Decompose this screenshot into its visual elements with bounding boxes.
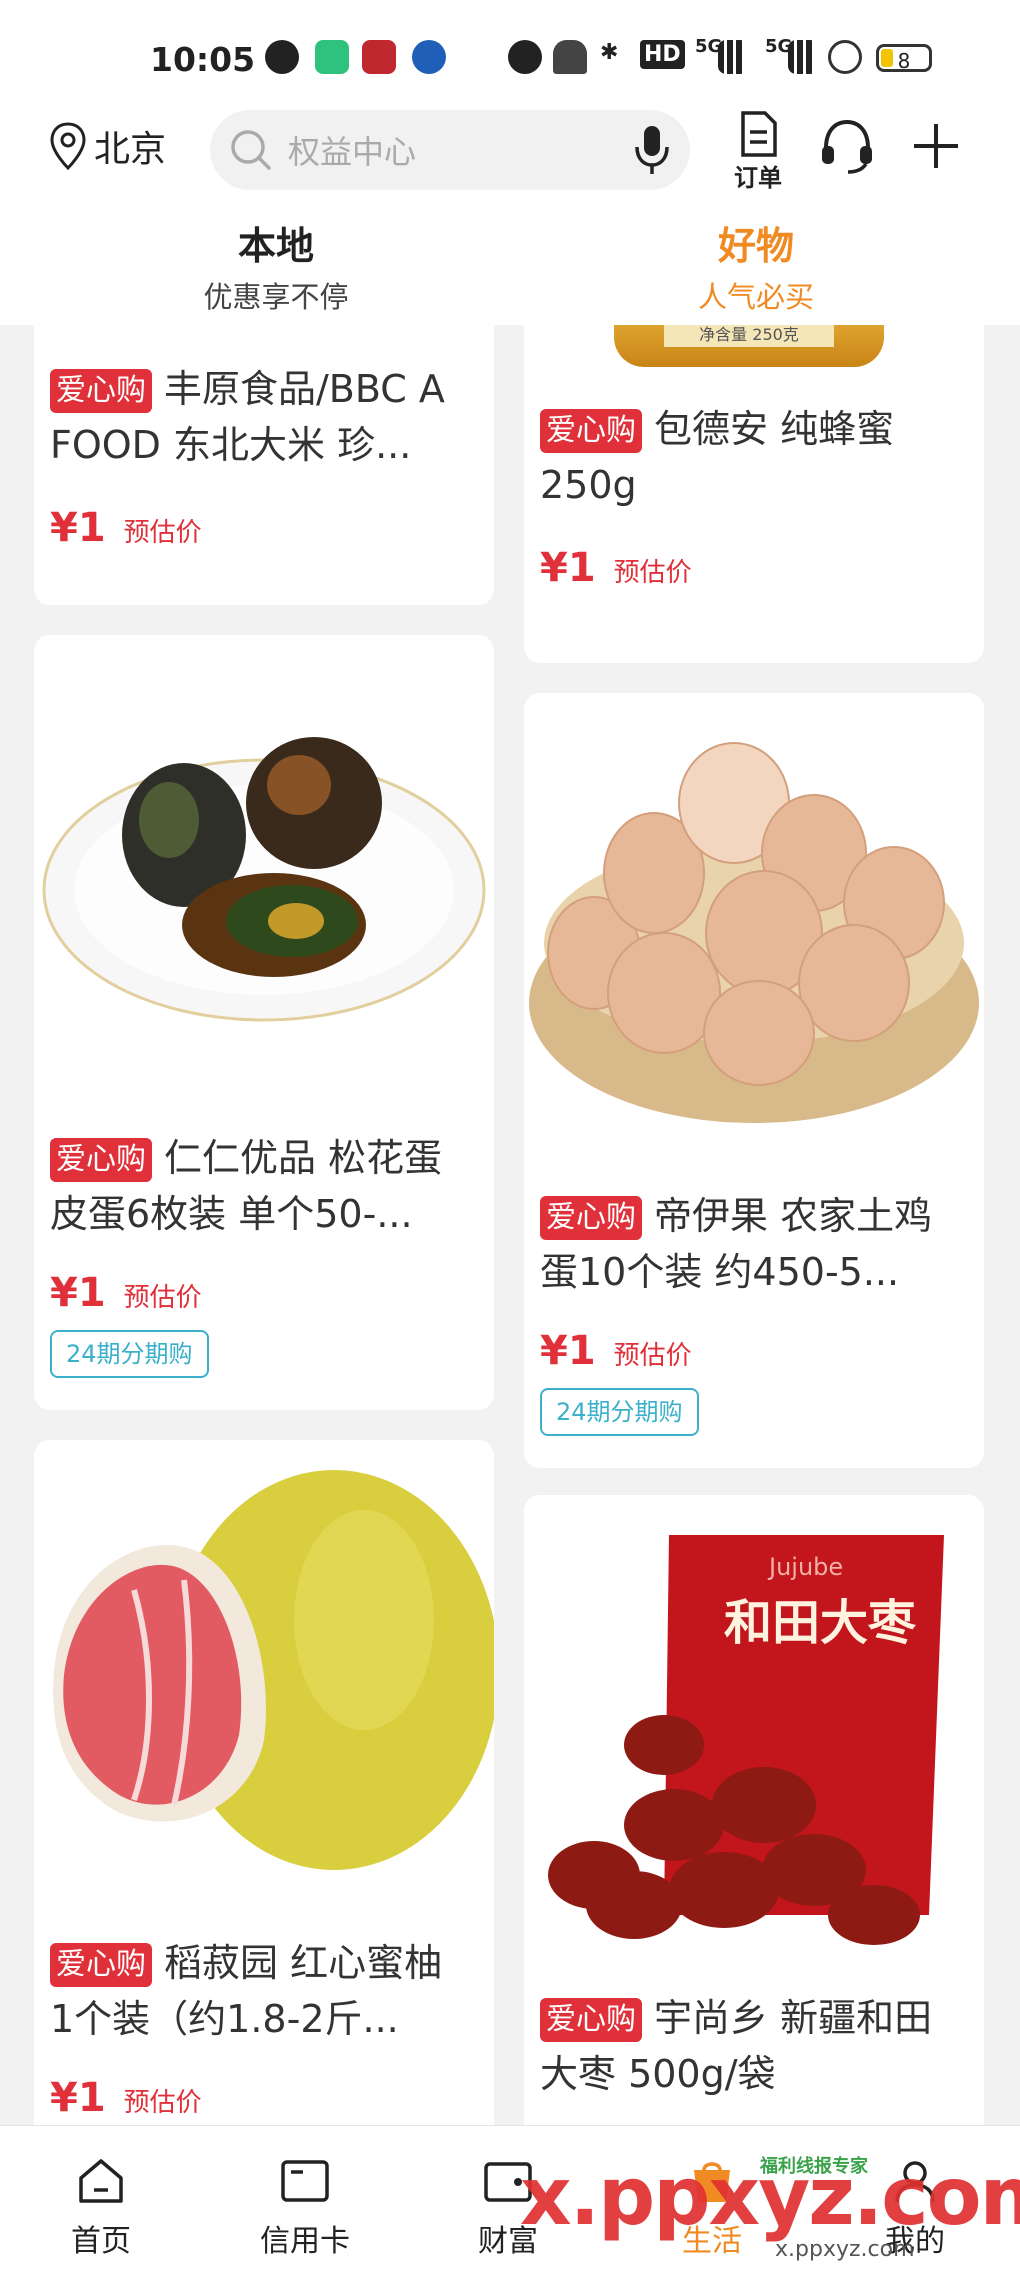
installment-badge: 24期分期购 <box>50 1330 209 1378</box>
plus-icon <box>914 124 958 168</box>
bank-app-icon <box>362 40 396 74</box>
battery-level: 8 <box>897 49 911 73</box>
price-row: ¥1 预估价 <box>540 1328 692 1374</box>
price-row: ¥1 预估价 <box>540 545 692 591</box>
location-pin-icon <box>50 122 86 171</box>
product-image-century-eggs <box>34 635 494 1105</box>
product-card[interactable]: Jujube 和田大枣 爱心购 宇尚乡 新疆和田大枣 500g/袋 <box>524 1495 984 2125</box>
tab-local-subtitle: 优惠享不停 <box>203 280 349 314</box>
price-estimate-label: 预估价 <box>123 1283 202 1313</box>
charity-tag: 爱心购 <box>50 1138 152 1182</box>
signal-bars-icon-1 <box>718 40 748 74</box>
price-value: ¥1 <box>540 1328 596 1374</box>
charity-tag: 爱心购 <box>540 1998 642 2042</box>
battery-indicator: 8 <box>876 44 932 73</box>
nav-home-label: 首页 <box>71 2224 131 2259</box>
watermark-brand: 福利线报专家 <box>760 2156 868 2177</box>
chicken-eggs-illustration <box>529 742 979 1123</box>
status-bar: 10:05 ✱ HD 5G 5G 8 <box>0 0 1020 110</box>
charity-tag: 爱心购 <box>50 1943 152 1987</box>
installment-badge: 24期分期购 <box>540 1388 699 1436</box>
app-notification-icon-2 <box>412 40 446 74</box>
nav-credit-card-label: 信用卡 <box>260 2224 350 2259</box>
product-title: 爱心购 宇尚乡 新疆和田大枣 500g/袋 <box>540 1990 968 2102</box>
product-feed[interactable]: 爱心购 丰原食品/BBC A FOOD 东北大米 珍... ¥1 预估价 净含量 … <box>0 325 1020 2125</box>
product-title: 爱心购 稻菽园 红心蜜柚 1个装（约1.8-2斤... <box>50 1935 478 2047</box>
price-value: ¥1 <box>50 2075 106 2121</box>
century-eggs-illustration <box>42 737 486 1022</box>
charity-tag: 爱心购 <box>50 369 152 413</box>
product-card[interactable]: 爱心购 仁仁优品 松花蛋皮蛋6枚装 单个50-... ¥1 预估价 24期分期购 <box>34 635 494 1410</box>
app-notification-icon <box>315 40 349 74</box>
wechat-icon <box>265 40 299 74</box>
price-estimate-label: 预估价 <box>613 1341 692 1371</box>
product-image-pomelo <box>34 1440 494 1910</box>
signal-bars-icon-2 <box>788 40 818 74</box>
category-tabs: 本地 优惠享不停 好物 人气必买 <box>0 215 1020 333</box>
charity-tag: 爱心购 <box>540 1196 642 1240</box>
product-card[interactable]: 爱心购 帝伊果 农家土鸡蛋10个装 约450-5... ¥1 预估价 24期分期购 <box>524 693 984 1468</box>
top-header: 北京 权益中心 订单 本地 优惠享不停 好物 人气必买 <box>0 110 1020 333</box>
search-bar[interactable]: 权益中心 <box>210 110 690 190</box>
price-estimate-label: 预估价 <box>613 558 692 588</box>
credit-card-icon <box>281 2160 329 2202</box>
product-image-jujube: Jujube 和田大枣 <box>524 1495 984 1965</box>
orders-label: 订单 <box>734 164 782 192</box>
nav-credit-card[interactable]: 信用卡 <box>245 2156 365 2260</box>
tab-good-stuff[interactable]: 好物 人气必买 <box>606 215 906 333</box>
product-card[interactable]: 爱心购 稻菽园 红心蜜柚 1个装（约1.8-2斤... ¥1 预估价 <box>34 1440 494 2125</box>
alarm-icon <box>508 40 542 74</box>
price-value: ¥1 <box>50 1270 106 1316</box>
product-image-honey: 净含量 250克 <box>524 325 984 395</box>
product-title: 爱心购 包德安 纯蜂蜜 250g <box>540 401 968 513</box>
product-image-chicken-eggs <box>524 693 984 1163</box>
tab-good-title: 好物 <box>717 224 794 268</box>
price-estimate-label: 预估价 <box>123 518 202 548</box>
price-row: ¥1 预估价 <box>50 2075 202 2121</box>
price-value: ¥1 <box>540 545 596 591</box>
customer-service-button[interactable] <box>818 116 876 180</box>
tab-good-subtitle: 人气必买 <box>697 280 814 314</box>
search-placeholder: 权益中心 <box>288 133 417 171</box>
location-selector[interactable]: 北京 <box>48 120 166 172</box>
document-icon <box>741 111 777 157</box>
product-title: 爱心购 仁仁优品 松花蛋皮蛋6枚装 单个50-... <box>50 1130 478 1242</box>
headset-icon <box>822 119 872 174</box>
price-row: ¥1 预估价 <box>50 1270 202 1316</box>
jujube-illustration <box>548 1535 944 1945</box>
battery-fill <box>881 49 893 67</box>
product-title: 爱心购 帝伊果 农家土鸡蛋10个装 约450-5... <box>540 1188 968 1300</box>
jujube-package-title: 和田大枣 <box>724 1595 917 1651</box>
product-card[interactable]: 爱心购 丰原食品/BBC A FOOD 东北大米 珍... ¥1 预估价 <box>34 325 494 605</box>
jujube-package-sub: Jujube <box>769 1553 844 1581</box>
shield-icon <box>828 40 862 74</box>
location-label: 北京 <box>94 129 167 170</box>
hd-badge: HD <box>640 40 685 69</box>
price-value: ¥1 <box>50 505 106 551</box>
orders-button[interactable]: 订单 <box>728 110 788 193</box>
product-card[interactable]: 净含量 250克 爱心购 包德安 纯蜂蜜 250g ¥1 预估价 <box>524 325 984 663</box>
tab-local-title: 本地 <box>237 224 314 268</box>
nav-home[interactable]: 首页 <box>41 2156 161 2260</box>
bluetooth-icon: ✱ <box>600 40 619 65</box>
status-time: 10:05 <box>150 40 256 79</box>
tab-local[interactable]: 本地 优惠享不停 <box>126 215 426 332</box>
honey-jar-label: 净含量 250克 <box>664 325 834 347</box>
price-row: ¥1 预估价 <box>50 505 202 551</box>
watermark-url: x.ppxyz.com <box>775 2237 915 2262</box>
microphone-icon[interactable] <box>632 123 672 177</box>
charity-tag: 爱心购 <box>540 409 642 453</box>
price-estimate-label: 预估价 <box>123 2088 202 2118</box>
search-icon <box>231 130 271 170</box>
add-button[interactable] <box>910 120 962 176</box>
mute-icon <box>553 40 587 74</box>
pomelo-illustration <box>53 1470 494 1870</box>
home-icon <box>79 2159 123 2203</box>
product-title: 爱心购 丰原食品/BBC A FOOD 东北大米 珍... <box>50 361 478 473</box>
